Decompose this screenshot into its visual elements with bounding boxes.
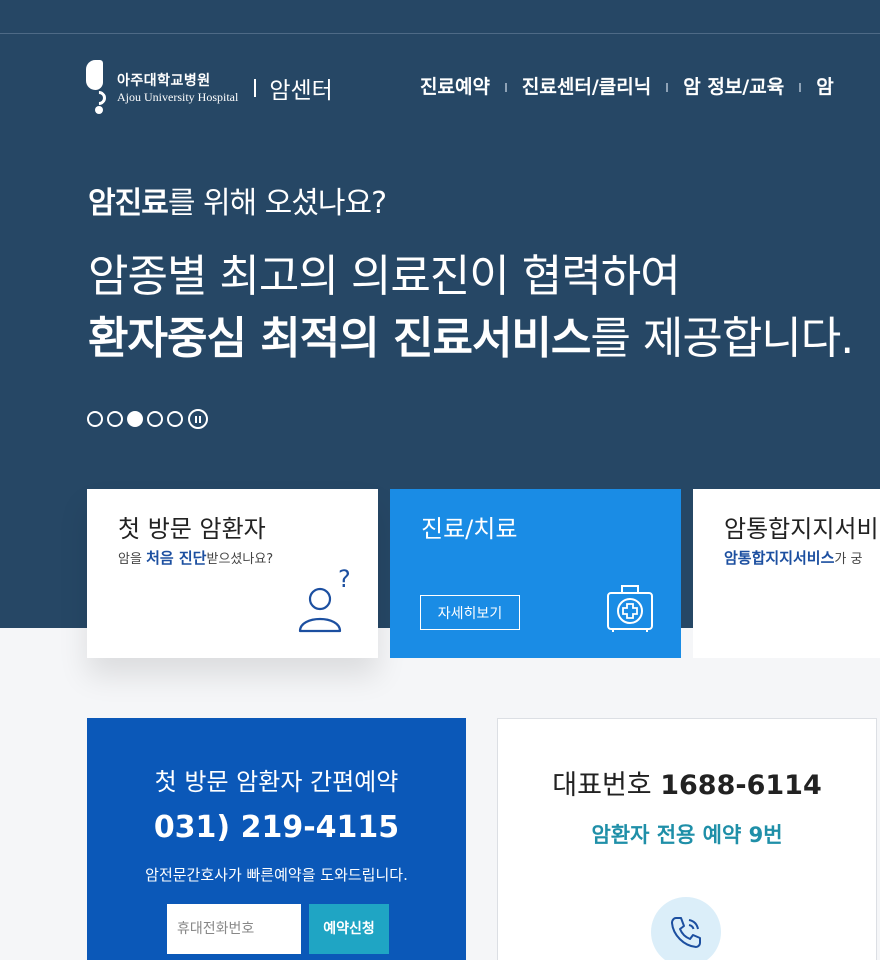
card-first-visit[interactable]: 첫 방문 암환자 암을 처음 진단받으셨나요? ? xyxy=(87,489,378,658)
logo-text: 아주대학교병원 Ajou University Hospital xyxy=(117,74,238,103)
desc-post: 받으셨나요? xyxy=(206,552,274,567)
hero-headline-line2: 환자중심 최적의 진료서비스를 제공합니다. xyxy=(88,302,854,366)
medical-kit-icon xyxy=(607,585,653,632)
logo-korean: 아주대학교병원 xyxy=(117,72,211,89)
representative-number: 대표번호 1688-6114 xyxy=(498,763,876,802)
card-treatment-title: 진료/치료 xyxy=(421,515,518,543)
hospital-logo[interactable]: 아주대학교병원 Ajou University Hospital 암센터 xyxy=(86,60,333,116)
hero-subtitle-bold: 암진료 xyxy=(88,186,169,221)
card-first-visit-title: 첫 방문 암환자 xyxy=(118,515,266,543)
top-divider xyxy=(0,33,880,34)
nav-divider xyxy=(666,83,669,92)
rep-label: 대표번호 xyxy=(552,770,652,801)
logo-english: Ajou University Hospital xyxy=(117,89,239,104)
card-support-desc: 암통합지지서비스가 궁 xyxy=(724,547,862,568)
view-more-button[interactable]: 자세히보기 xyxy=(420,595,520,630)
mobile-phone-input[interactable]: 휴대전화번호 xyxy=(167,904,301,954)
slide-dot[interactable] xyxy=(87,411,103,427)
representative-number-panel: 대표번호 1688-6114 암환자 전용 예약 9번 xyxy=(497,718,877,960)
nav-item-reservation[interactable]: 진료예약 xyxy=(420,72,490,99)
slider-pagination xyxy=(87,409,208,429)
hero-subtitle: 암진료를 위해 오셨나요? xyxy=(88,178,387,222)
hero-subtitle-rest: 를 위해 오셨나요? xyxy=(167,186,387,221)
slide-dot[interactable] xyxy=(147,411,163,427)
hero-headline-line1: 암종별 최고의 의료진이 협력하여 xyxy=(88,251,681,302)
slide-dot[interactable] xyxy=(107,411,123,427)
logo-mark-icon xyxy=(86,60,109,116)
hero-headline-bold: 환자중심 최적의 진료서비스 xyxy=(88,313,591,364)
reservation-phone: 031) 219-4115 xyxy=(153,810,400,845)
card-first-visit-desc: 암을 처음 진단받으셨나요? xyxy=(118,547,273,568)
rep-number: 1688-6114 xyxy=(660,770,822,801)
phone-icon xyxy=(671,917,701,948)
reservation-submit-button[interactable]: 예약신청 xyxy=(309,904,389,954)
person-question-icon: ? xyxy=(298,565,351,633)
nav-item-cancer-info[interactable]: 암 정보/교육 xyxy=(683,72,784,99)
nav-item-more[interactable]: 암 xyxy=(816,72,833,99)
quick-reservation-panel: 첫 방문 암환자 간편예약 031) 219-4115 암전문간호사가 빠른예약… xyxy=(87,718,466,960)
nav-item-centers[interactable]: 진료센터/클리닉 xyxy=(522,72,651,99)
logo-separator xyxy=(254,79,257,97)
card-treatment[interactable]: 진료/치료 자세히보기 xyxy=(390,489,681,658)
slide-dot[interactable] xyxy=(167,411,183,427)
reservation-title: 첫 방문 암환자 간편예약 xyxy=(154,768,399,796)
support-desc-bold: 암통합지지서비스 xyxy=(724,549,835,567)
hero-headline-rest: 를 제공합니다. xyxy=(590,313,854,364)
pause-icon[interactable] xyxy=(188,409,208,429)
nav-divider xyxy=(504,83,507,92)
slide-dot-active[interactable] xyxy=(127,411,143,427)
card-support-title: 암통합지지서비 xyxy=(724,515,879,543)
center-name: 암센터 xyxy=(269,78,333,104)
cancer-reservation-extension: 암환자 전용 예약 9번 xyxy=(591,823,783,847)
main-navigation: 진료예약 진료센터/클리닉 암 정보/교육 암 xyxy=(420,72,834,99)
svg-text:?: ? xyxy=(338,565,351,593)
reservation-note: 암전문간호사가 빠른예약을 도와드립니다. xyxy=(145,866,408,884)
desc-bold: 처음 진단 xyxy=(146,549,207,567)
support-desc-post: 가 궁 xyxy=(834,552,863,567)
phone-call-icon[interactable] xyxy=(651,897,721,960)
card-support-service[interactable]: 암통합지지서비 암통합지지서비스가 궁 xyxy=(693,489,880,658)
desc-pre: 암을 xyxy=(118,552,147,567)
nav-divider xyxy=(799,83,802,92)
